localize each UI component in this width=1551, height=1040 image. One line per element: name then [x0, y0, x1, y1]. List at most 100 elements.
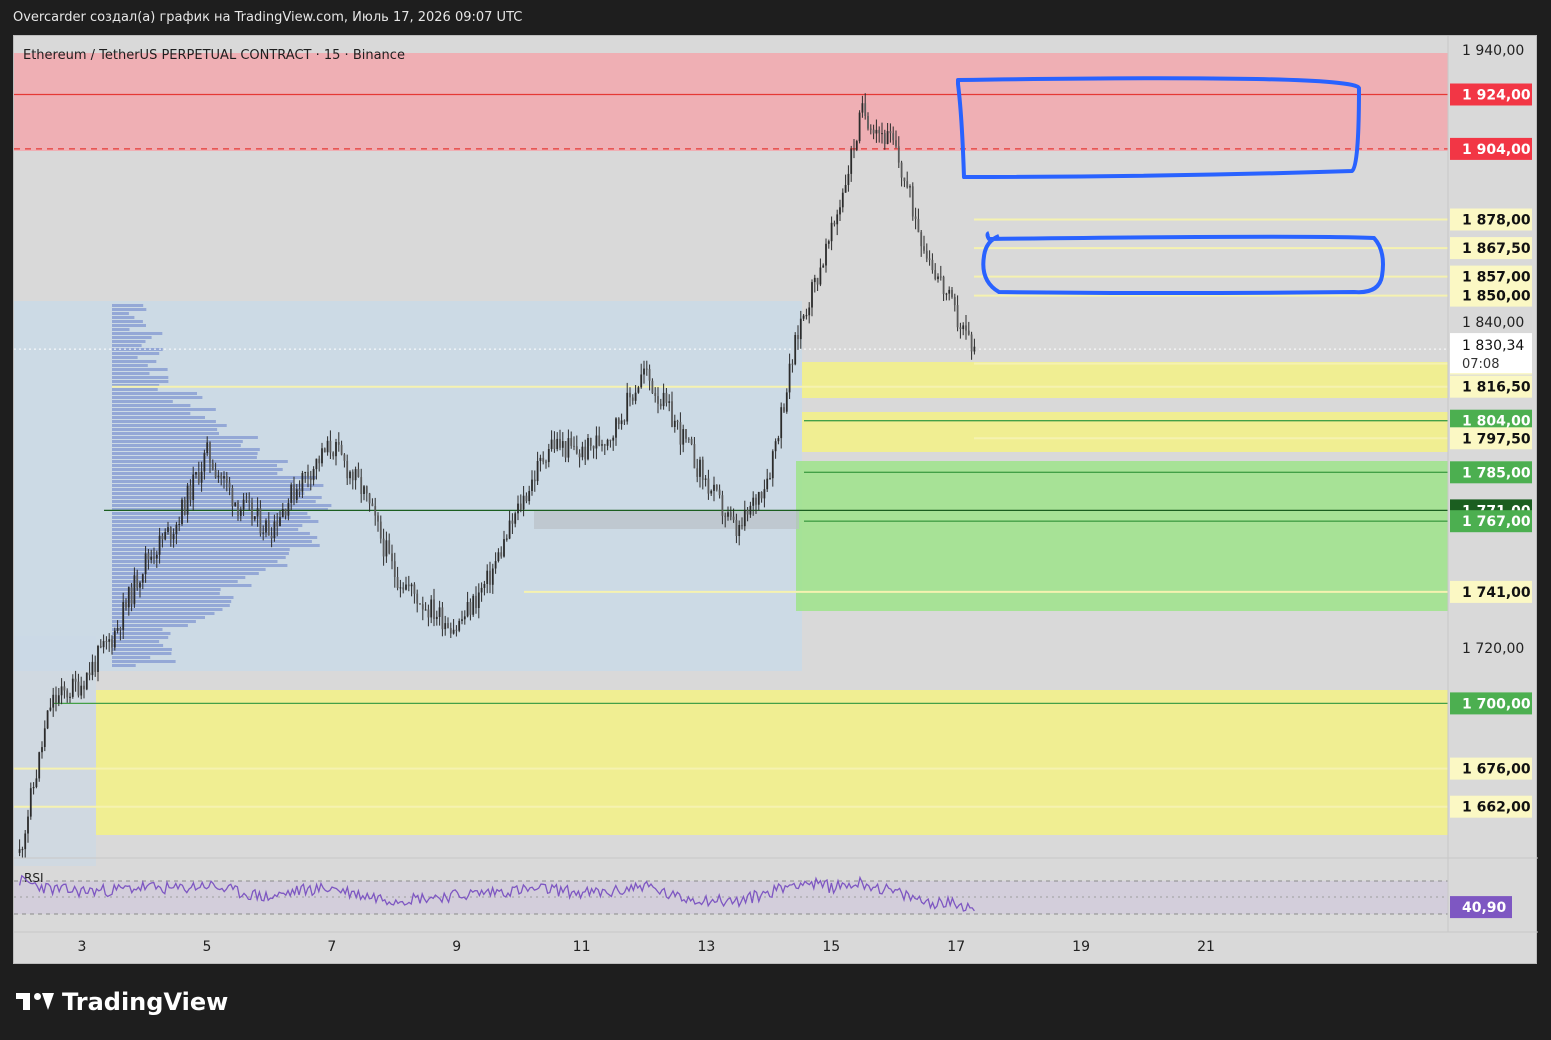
candle-body [617, 418, 620, 425]
candle-body [825, 243, 827, 266]
candle-body [161, 535, 164, 540]
candle-body [883, 133, 886, 144]
candle-body [273, 521, 276, 538]
candle-body [662, 392, 665, 407]
candle-body [592, 445, 595, 449]
candle-body [844, 185, 847, 193]
candle-body [881, 133, 883, 135]
candle-body [889, 131, 892, 134]
candle-body [119, 627, 122, 630]
candle-body [365, 486, 368, 494]
volume-profile-bar [112, 600, 232, 603]
candle-body [284, 509, 287, 516]
candle-body [631, 397, 634, 401]
candle-body [192, 474, 195, 500]
candle-body [581, 446, 584, 458]
candle-body [200, 471, 203, 483]
candle-body [741, 525, 743, 527]
candle-body [217, 475, 220, 478]
candle-body [340, 444, 343, 455]
candle-body [55, 694, 57, 703]
volume-profile-bar [112, 308, 147, 311]
candle-body [715, 484, 718, 490]
candle-body [374, 506, 377, 516]
volume-profile-bar [112, 440, 243, 443]
candle-body [556, 438, 559, 450]
volume-profile-bar [112, 460, 288, 463]
candle-body [690, 439, 693, 445]
candle-body [620, 420, 623, 425]
time-tick-label: 19 [1072, 939, 1090, 955]
candle-body [962, 325, 965, 330]
candle-body [29, 788, 32, 817]
support-zone [796, 461, 1448, 611]
candle-body [925, 250, 928, 259]
time-tick-label: 11 [573, 939, 591, 955]
candle-body [357, 469, 360, 478]
candle-body [830, 222, 833, 242]
candle-body [671, 401, 673, 427]
candle-body [267, 520, 270, 536]
current-price-label: 1 830,34 [1462, 338, 1524, 354]
supply-box-zone-2 [802, 412, 1448, 452]
candle-body [265, 520, 267, 533]
candle-body [139, 582, 141, 588]
candle-body [130, 587, 133, 605]
candle-body [763, 489, 766, 499]
volume-profile-bar [112, 640, 160, 643]
candle-body [102, 641, 105, 648]
volume-profile-bar [112, 368, 168, 371]
candle-body [122, 602, 125, 630]
volume-profile-bar [112, 644, 164, 647]
candle-body [43, 728, 46, 747]
symbol-title: Ethereum / TetherUS PERPETUAL CONTRACT ·… [23, 48, 405, 63]
volume-profile-bar [112, 648, 172, 651]
candle-body [685, 429, 687, 439]
candle-body [407, 584, 410, 587]
volume-profile-bar [112, 332, 163, 335]
candle-body [444, 623, 447, 630]
volume-profile-bar [112, 380, 169, 383]
candle-body [687, 438, 690, 440]
candle-body [609, 439, 612, 441]
volume-profile-bar [112, 504, 332, 507]
target-drawing-box[interactable] [981, 231, 1385, 295]
candle-body [833, 222, 836, 225]
time-tick-label: 13 [697, 939, 715, 955]
candle-body [948, 289, 951, 294]
candle-body [24, 833, 27, 850]
candle-body [791, 363, 794, 365]
candle-body [259, 508, 262, 534]
candle-body [416, 593, 419, 604]
chart-panel[interactable]: RSI 1 940,00 1 840,00 1 720,00 1 924,00 1 90… [13, 35, 1538, 965]
candle-body [371, 503, 374, 507]
volume-profile-bar [112, 304, 144, 307]
volume-profile-bar [112, 464, 277, 467]
candle-body [315, 458, 318, 470]
candle-body [38, 752, 41, 779]
candle-body [113, 630, 116, 648]
candle-body [945, 293, 948, 295]
volume-profile-bar [112, 660, 176, 663]
volume-profile-bar [112, 544, 320, 547]
candle-body [220, 475, 223, 479]
candle-body [304, 471, 307, 473]
candle-body [150, 556, 153, 560]
volume-profile-bar [112, 396, 203, 399]
candle-body [920, 232, 923, 247]
candle-body [169, 527, 172, 540]
price-chart-svg[interactable]: RSI 1 940,00 1 840,00 1 720,00 1 924,00 1 90… [14, 36, 1538, 965]
candle-body [94, 661, 97, 672]
candle-body [811, 282, 813, 308]
candle-body [827, 241, 830, 244]
volume-profile-bar [112, 352, 160, 355]
candle-body [743, 509, 746, 527]
candle-body [248, 500, 251, 503]
candle-body [575, 446, 578, 454]
candle-body [332, 452, 335, 457]
candle-body [35, 778, 38, 787]
candle-body [480, 587, 483, 593]
candle-body [875, 129, 878, 134]
tradingview-brand[interactable]: TradingView [16, 988, 228, 1016]
candle-body [729, 512, 732, 517]
